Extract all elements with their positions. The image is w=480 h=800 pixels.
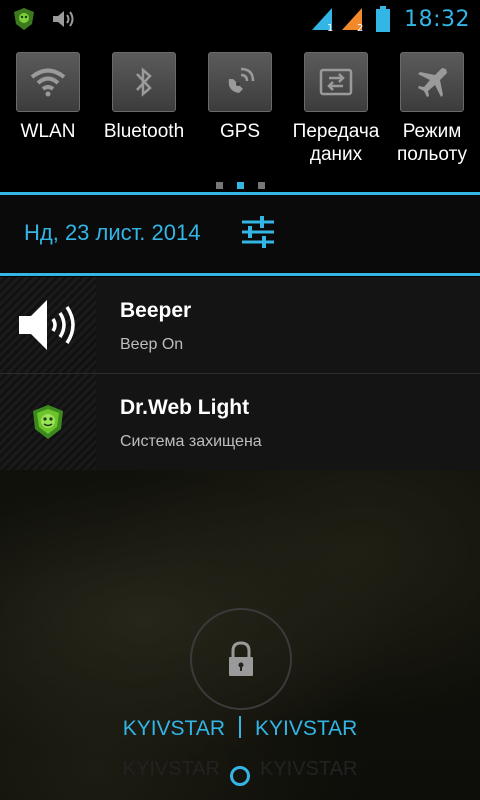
status-bar[interactable]: 1 2 18:32 (0, 0, 480, 38)
date-row: Нд, 23 лист. 2014 (0, 195, 480, 273)
settings-sliders-icon[interactable] (240, 215, 276, 249)
drweb-shield-icon (14, 8, 34, 30)
page-dot (215, 182, 223, 189)
tile-data-transfer-button[interactable] (304, 52, 368, 112)
quick-settings-panel: WLAN Bluetooth GPS Передача даних Режим … (0, 38, 480, 192)
bluetooth-icon (136, 67, 152, 97)
tile-gps-button[interactable] (208, 52, 272, 112)
battery-icon (376, 6, 391, 32)
signal-sim2-icon: 2 (342, 8, 363, 32)
divider-line (0, 273, 480, 276)
drweb-shield-icon (33, 405, 63, 439)
tile-gps[interactable]: GPS (192, 52, 288, 143)
notification-text: Система захищена (120, 433, 262, 450)
clock: 18:32 (404, 6, 470, 32)
status-bar-left (12, 7, 76, 31)
page-dot (257, 182, 265, 189)
tile-gps-label: GPS (219, 121, 261, 142)
carrier-row: KYIVSTAR KYIVSTAR (0, 716, 480, 741)
volume-icon (53, 11, 74, 27)
tile-airplane-mode[interactable]: Режим польоту (384, 52, 480, 166)
notification-icon-area (0, 374, 96, 470)
notification-title: Beeper (120, 299, 192, 322)
notification-title: Dr.Web Light (120, 396, 250, 419)
lock-icon (229, 641, 253, 676)
home-indicator[interactable] (230, 766, 250, 786)
notification-icon-area (0, 277, 96, 373)
tile-bluetooth-button[interactable] (112, 52, 176, 112)
notification-drweb[interactable]: Dr.Web Light Система захищена (0, 374, 480, 470)
date-text[interactable]: Нд, 23 лист. 2014 (24, 220, 200, 246)
tile-airplane-mode-button[interactable] (400, 52, 464, 112)
tile-wlan-button[interactable] (16, 52, 80, 112)
notification-beeper[interactable]: Beeper Beep On (0, 277, 480, 373)
tile-data-transfer-label: Передача даних (292, 121, 380, 165)
carrier-label: KYIVSTAR (122, 717, 225, 740)
signal-sim1-icon: 1 (312, 8, 333, 32)
sim1-label: 1 (327, 23, 333, 32)
carrier-separator (239, 716, 241, 738)
carrier-label: KYIVSTAR (255, 717, 358, 740)
sim2-label: 2 (357, 23, 363, 32)
speaker-icon (19, 300, 75, 350)
tile-bluetooth[interactable]: Bluetooth (96, 52, 192, 143)
airplane-icon (418, 68, 447, 97)
page-dot-active (236, 182, 244, 189)
carrier-ghost-label: KYIVSTAR (122, 758, 220, 780)
carrier-ghost-label: KYIVSTAR (260, 758, 358, 780)
tile-data-transfer[interactable]: Передача даних (288, 52, 384, 166)
unlock-ring[interactable] (190, 608, 292, 710)
gps-icon (228, 67, 255, 93)
wifi-icon (30, 68, 66, 97)
tile-wlan[interactable]: WLAN (0, 52, 96, 143)
status-bar-right: 1 2 18:32 (308, 4, 470, 34)
tile-bluetooth-label: Bluetooth (103, 121, 185, 142)
data-transfer-icon (319, 68, 353, 96)
notification-text: Beep On (120, 336, 184, 353)
tile-airplane-mode-label: Режим польоту (397, 121, 467, 165)
tile-wlan-label: WLAN (20, 121, 76, 142)
page-indicator (0, 174, 480, 193)
